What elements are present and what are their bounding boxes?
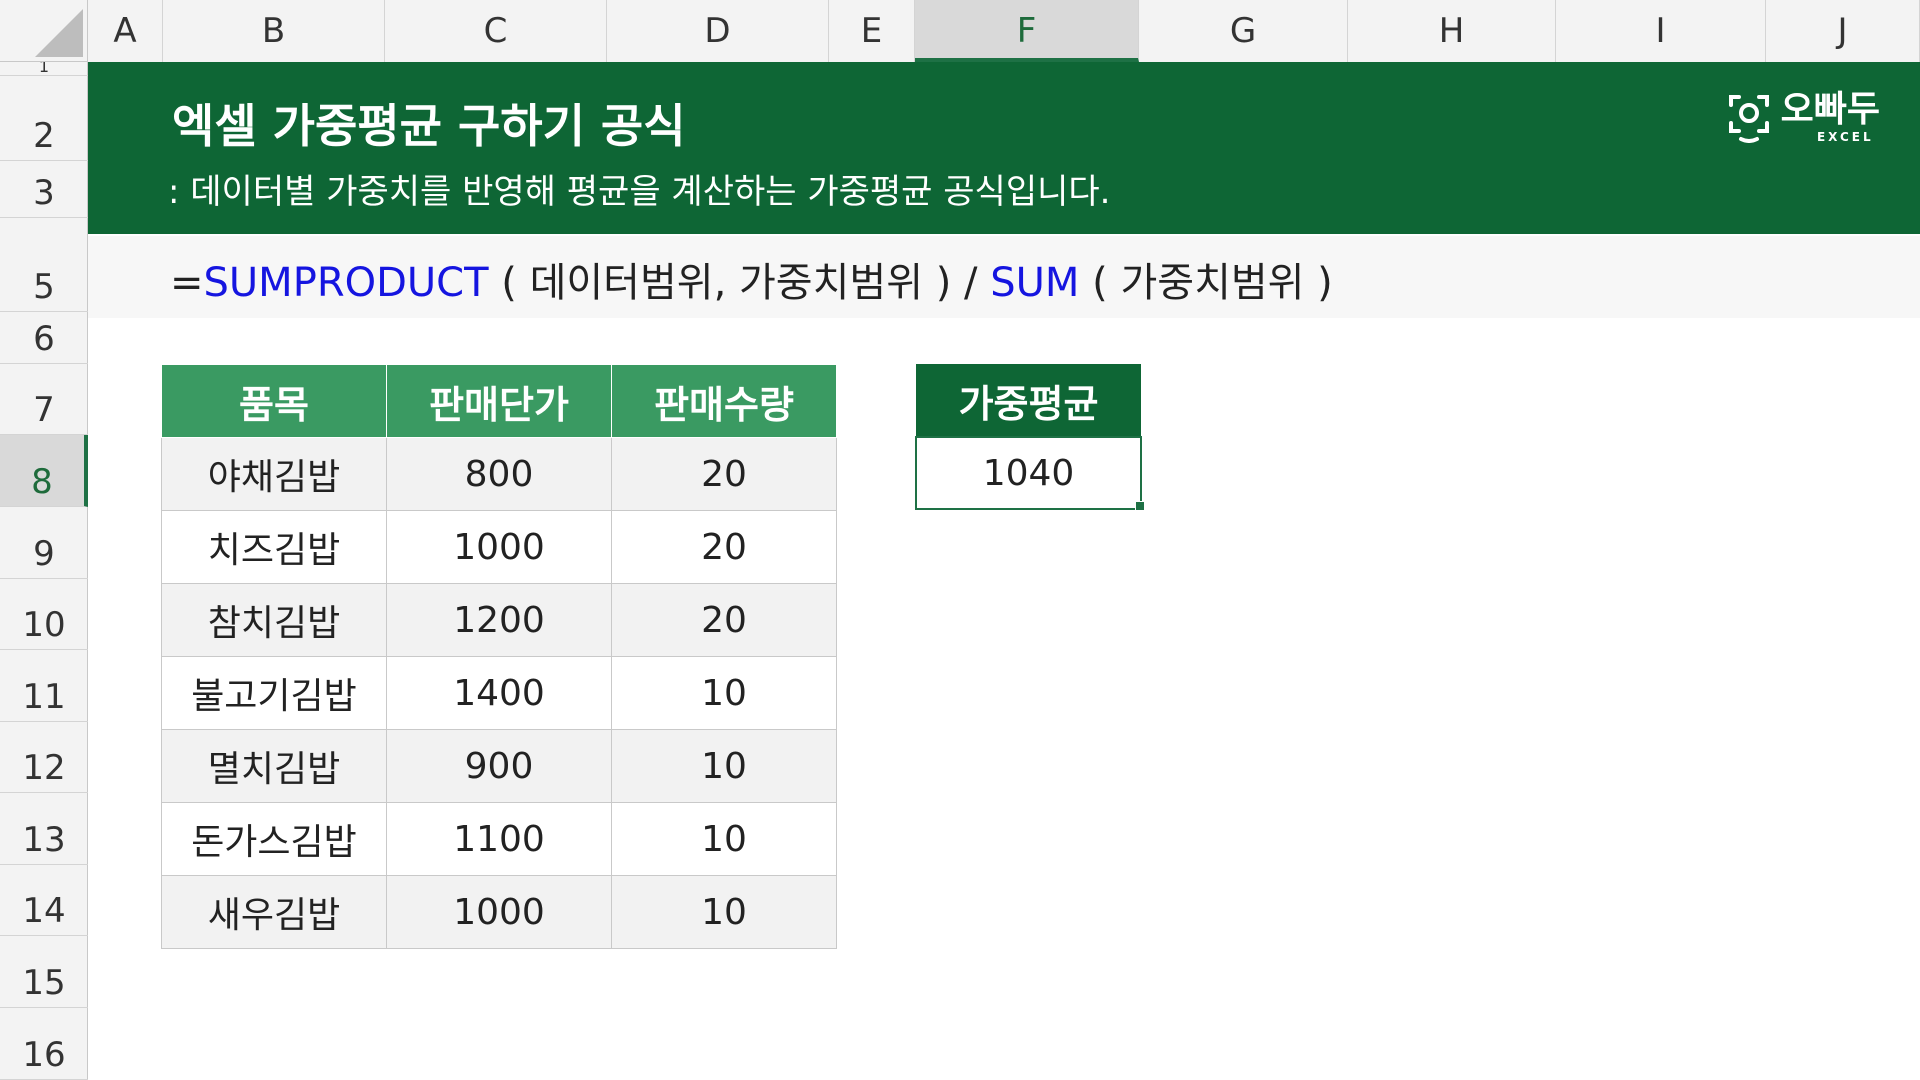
- table-row: 참치김밥 1200 20: [161, 583, 837, 657]
- header-item[interactable]: 품목: [161, 364, 387, 438]
- weighted-average-header[interactable]: 가중평균: [916, 364, 1141, 437]
- weighted-average-cell-selected[interactable]: 1040: [915, 436, 1142, 510]
- row-header-16[interactable]: 16: [0, 1008, 88, 1080]
- cell-price[interactable]: 1200: [386, 583, 612, 657]
- column-header-h[interactable]: H: [1348, 0, 1556, 62]
- column-header-a[interactable]: A: [88, 0, 163, 62]
- cell-quantity[interactable]: 20: [611, 583, 837, 657]
- column-header-e[interactable]: E: [829, 0, 915, 62]
- table-row: 새우김밥 1000 10: [161, 875, 837, 949]
- formula-equals: =: [170, 260, 204, 306]
- row-header-10[interactable]: 10: [0, 579, 88, 650]
- formula-arguments-1: ( 데이터범위, 가중치범위 ) /: [488, 260, 991, 306]
- cell-item[interactable]: 새우김밥: [161, 875, 387, 949]
- cell-price[interactable]: 1400: [386, 656, 612, 730]
- select-all-corner[interactable]: [0, 0, 88, 62]
- formula-function-sum: SUM: [990, 260, 1080, 306]
- row-header-1[interactable]: 1: [0, 62, 88, 76]
- cell-quantity[interactable]: 10: [611, 802, 837, 876]
- cell-quantity[interactable]: 10: [611, 875, 837, 949]
- header-unit-price[interactable]: 판매단가: [386, 364, 612, 438]
- table-row: 돈가스김밥 1100 10: [161, 802, 837, 876]
- cell-item[interactable]: 불고기김밥: [161, 656, 387, 730]
- cell-item[interactable]: 치즈김밥: [161, 510, 387, 584]
- formula-function-sumproduct: SUMPRODUCT: [203, 260, 489, 306]
- row-header-14[interactable]: 14: [0, 865, 88, 936]
- cell-item[interactable]: 멸치김밥: [161, 729, 387, 803]
- column-header-f[interactable]: F: [915, 0, 1139, 62]
- row-header-3[interactable]: 3: [0, 161, 88, 218]
- oppadu-logo: 오빠두 EXCEL: [1727, 90, 1880, 144]
- title-banner: 엑셀 가중평균 구하기 공식 : 데이터별 가중치를 반영해 평균을 계산하는 …: [88, 62, 1920, 234]
- select-all-triangle-icon: [35, 9, 83, 57]
- row-header-15[interactable]: 15: [0, 936, 88, 1008]
- row-header-6[interactable]: 6: [0, 312, 88, 364]
- table-row: 멸치김밥 900 10: [161, 729, 837, 803]
- row-header-13[interactable]: 13: [0, 793, 88, 865]
- camera-logo-icon: [1727, 91, 1771, 143]
- cell-price[interactable]: 800: [386, 437, 612, 511]
- column-header-j[interactable]: J: [1766, 0, 1920, 62]
- row-header-9[interactable]: 9: [0, 507, 88, 579]
- weighted-average-box: 가중평균 1040: [915, 364, 1142, 510]
- cell-price[interactable]: 1100: [386, 802, 612, 876]
- header-quantity[interactable]: 판매수량: [611, 364, 837, 438]
- column-header-c[interactable]: C: [385, 0, 607, 62]
- sales-table: 품목 판매단가 판매수량 야채김밥 800 20 치즈김밥 1000 20 참치…: [161, 364, 837, 949]
- row-header-11[interactable]: 11: [0, 650, 88, 722]
- cell-quantity[interactable]: 20: [611, 510, 837, 584]
- row-header-5[interactable]: 5: [0, 218, 88, 312]
- table-row: 야채김밥 800 20: [161, 437, 837, 511]
- logo-subtext: EXCEL: [1816, 130, 1874, 144]
- cell-quantity[interactable]: 10: [611, 729, 837, 803]
- row-header-12[interactable]: 12: [0, 722, 88, 793]
- cell-item[interactable]: 야채김밥: [161, 437, 387, 511]
- column-header-g[interactable]: G: [1139, 0, 1348, 62]
- cell-item[interactable]: 돈가스김밥: [161, 802, 387, 876]
- column-header-b[interactable]: B: [163, 0, 385, 62]
- banner-title: 엑셀 가중평균 구하기 공식: [172, 99, 686, 153]
- cell-quantity[interactable]: 10: [611, 656, 837, 730]
- table-row: 불고기김밥 1400 10: [161, 656, 837, 730]
- banner-subtitle: : 데이터별 가중치를 반영해 평균을 계산하는 가중평균 공식입니다.: [168, 172, 1111, 212]
- row-header-8[interactable]: 8: [0, 435, 88, 507]
- fill-handle[interactable]: [1135, 501, 1145, 511]
- cell-item[interactable]: 참치김밥: [161, 583, 387, 657]
- table-row: 치즈김밥 1000 20: [161, 510, 837, 584]
- cell-quantity[interactable]: 20: [611, 437, 837, 511]
- column-header-i[interactable]: I: [1556, 0, 1766, 62]
- table-header-row: 품목 판매단가 판매수량: [161, 364, 837, 438]
- row-header-2[interactable]: 2: [0, 76, 88, 161]
- row-header-7[interactable]: 7: [0, 364, 88, 435]
- logo-name: 오빠두: [1780, 89, 1880, 130]
- column-header-d[interactable]: D: [607, 0, 829, 62]
- cell-price[interactable]: 900: [386, 729, 612, 803]
- formula-band: =SUMPRODUCT ( 데이터범위, 가중치범위 ) / SUM ( 가중치…: [88, 236, 1920, 318]
- formula-arguments-2: ( 가중치범위 ): [1079, 260, 1333, 306]
- cell-price[interactable]: 1000: [386, 510, 612, 584]
- formula-text: =SUMPRODUCT ( 데이터범위, 가중치범위 ) / SUM ( 가중치…: [170, 250, 1333, 308]
- cell-price[interactable]: 1000: [386, 875, 612, 949]
